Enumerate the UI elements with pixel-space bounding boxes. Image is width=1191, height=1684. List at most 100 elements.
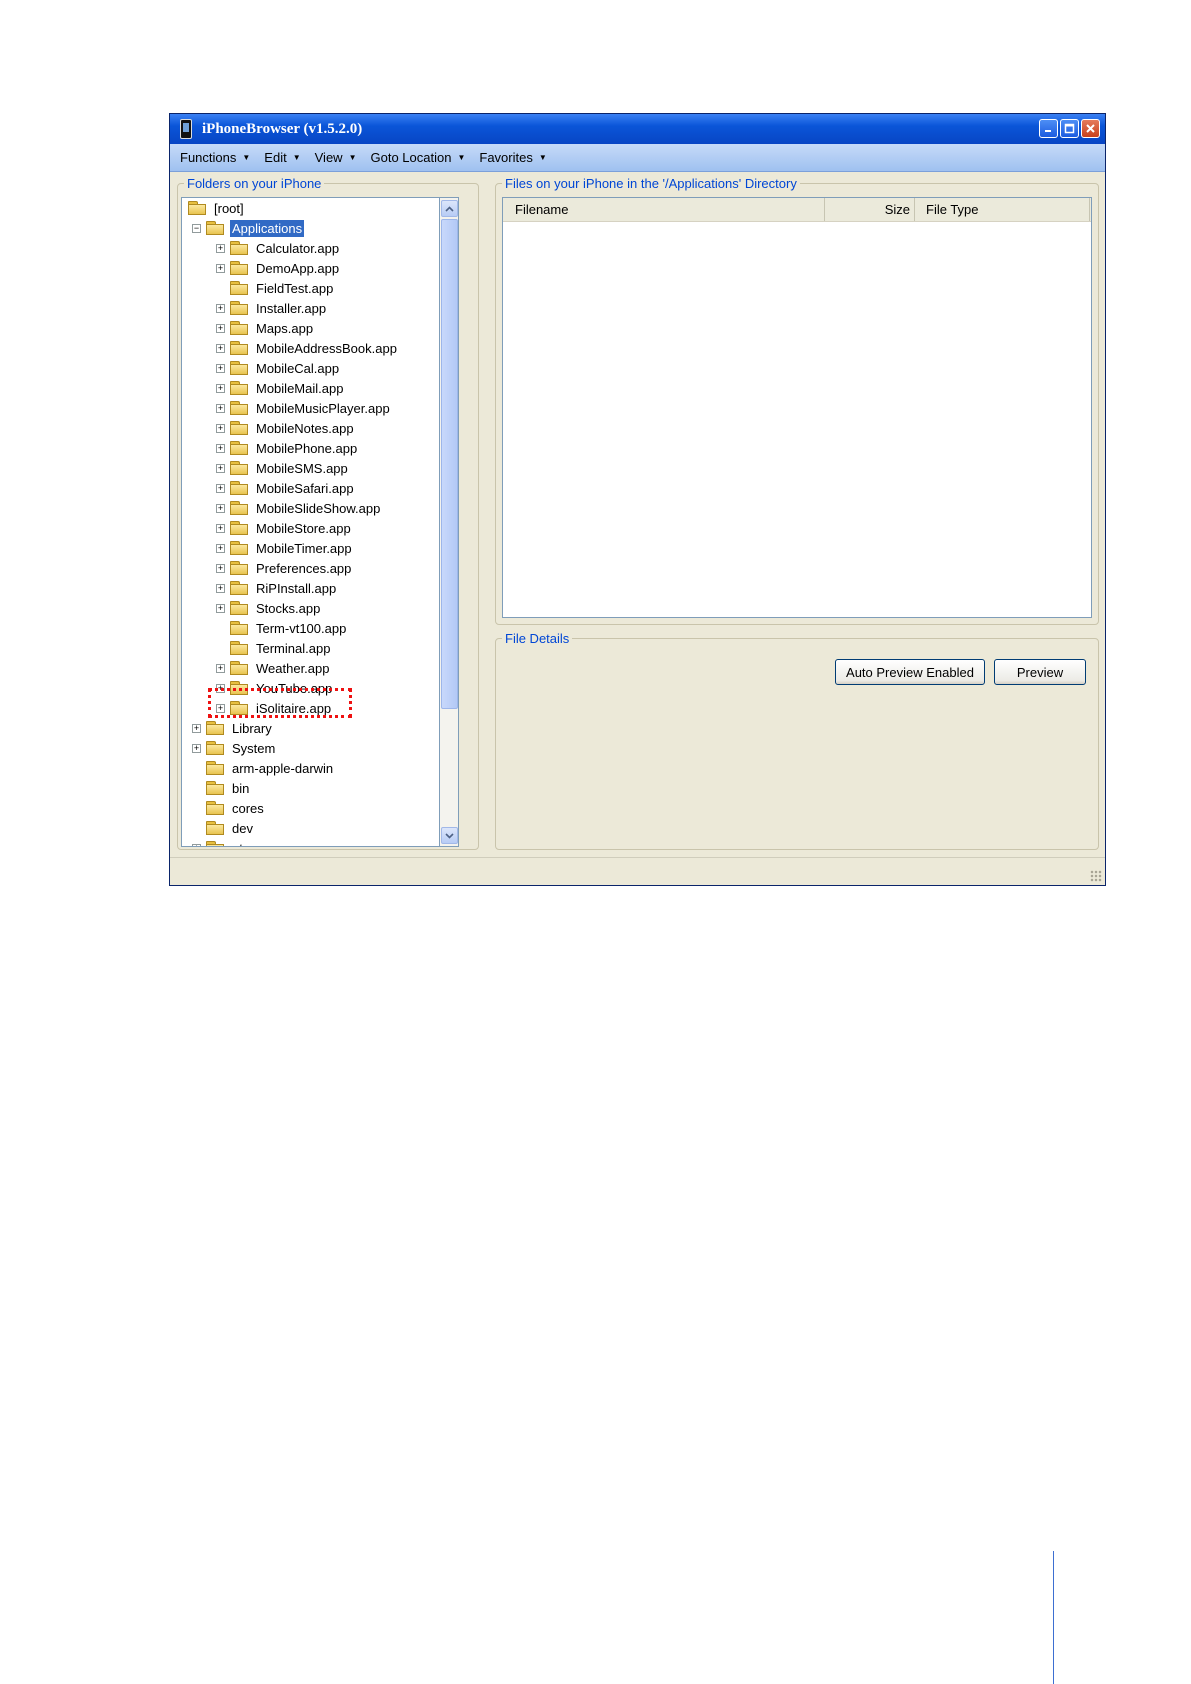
expand-icon[interactable]: + — [216, 383, 225, 393]
tree-item[interactable]: + DemoApp.app — [216, 258, 341, 278]
scroll-thumb[interactable] — [441, 219, 458, 709]
expand-icon[interactable]: + — [216, 343, 225, 353]
dropdown-arrow-icon: ▼ — [457, 153, 466, 162]
scroll-down-button[interactable] — [441, 827, 458, 844]
tree-item[interactable]: Term-vt100.app — [216, 618, 348, 638]
expand-icon[interactable]: + — [192, 743, 201, 753]
tree-item[interactable]: + MobileCal.app — [216, 358, 341, 378]
tree-item[interactable]: + MobileSafari.app — [216, 478, 356, 498]
scroll-up-button[interactable] — [441, 200, 458, 217]
tree-item-label: Installer.app — [256, 300, 327, 316]
expand-icon[interactable]: + — [216, 563, 225, 573]
resize-grip-icon[interactable] — [1090, 870, 1102, 882]
collapse-icon[interactable]: − — [192, 223, 201, 233]
dropdown-arrow-icon: ▼ — [292, 153, 301, 162]
dropdown-arrow-icon: ▼ — [242, 153, 251, 162]
tree-item-label: Applications — [230, 219, 305, 237]
tree-item[interactable]: [root] — [188, 198, 246, 218]
tree-item[interactable]: cores — [192, 798, 266, 818]
tree-item[interactable]: + MobileSMS.app — [216, 458, 350, 478]
menu-functions[interactable]: Functions ▼ — [180, 150, 250, 165]
column-file-type[interactable]: File Type — [915, 198, 1090, 221]
expand-icon[interactable]: + — [216, 423, 225, 433]
menu-goto-location[interactable]: Goto Location ▼ — [371, 150, 466, 165]
expand-icon[interactable]: + — [192, 843, 201, 846]
expand-icon[interactable]: + — [216, 263, 225, 273]
expand-icon[interactable]: + — [216, 503, 225, 513]
column-size[interactable]: Size — [825, 198, 915, 221]
menu-edit[interactable]: Edit ▼ — [264, 150, 300, 165]
menu-label: Goto Location — [370, 150, 452, 165]
tree-item[interactable]: dev — [192, 818, 255, 838]
auto-preview-button[interactable]: Auto Preview Enabled — [835, 659, 985, 685]
tree-item[interactable]: + Stocks.app — [216, 598, 322, 618]
tree-item[interactable]: + MobilePhone.app — [216, 438, 359, 458]
file-list[interactable]: Filename Size File Type — [502, 197, 1092, 618]
tree-scrollbar[interactable] — [440, 197, 459, 847]
tree-item[interactable]: + MobileTimer.app — [216, 538, 354, 558]
expand-icon[interactable]: + — [216, 443, 225, 453]
tree-item[interactable]: + etc — [192, 838, 251, 846]
tree-item[interactable]: + MobileAddressBook.app — [216, 338, 399, 358]
file-details-legend: File Details — [505, 631, 570, 646]
tree-item[interactable]: + Preferences.app — [216, 558, 353, 578]
tree-item[interactable]: + Installer.app — [216, 298, 328, 318]
folder-icon — [230, 361, 248, 375]
folder-icon — [206, 741, 224, 755]
tree-item[interactable]: + Calculator.app — [216, 238, 341, 258]
folder-icon — [206, 781, 224, 795]
tree-item[interactable]: + MobileNotes.app — [216, 418, 356, 438]
tree-item-label: MobileMail.app — [256, 380, 344, 396]
tree-item[interactable]: + MobileSlideShow.app — [216, 498, 382, 518]
tree-item[interactable]: + MobileMail.app — [216, 378, 345, 398]
expand-icon[interactable]: + — [216, 323, 225, 333]
folder-icon — [206, 841, 224, 846]
folder-icon — [230, 461, 248, 475]
minimize-button[interactable] — [1039, 119, 1058, 138]
folder-icon — [230, 661, 248, 675]
tree-item[interactable]: + MobileMusicPlayer.app — [216, 398, 392, 418]
tree-item[interactable]: arm-apple-darwin — [192, 758, 335, 778]
expand-icon[interactable]: + — [216, 523, 225, 533]
tree-item[interactable]: + System — [192, 738, 277, 758]
tree-item[interactable]: + MobileStore.app — [216, 518, 353, 538]
folder-icon — [188, 201, 206, 215]
expand-icon[interactable]: + — [216, 303, 225, 313]
tree-item[interactable]: + Maps.app — [216, 318, 315, 338]
folder-icon — [230, 301, 248, 315]
tree-item-label: Weather.app — [256, 660, 330, 676]
close-button[interactable] — [1081, 119, 1100, 138]
tree-item[interactable]: FieldTest.app — [216, 278, 335, 298]
tree-item-label: Library — [232, 720, 272, 736]
menu-label: Functions — [180, 150, 237, 165]
folder-icon — [206, 761, 224, 775]
maximize-icon — [1064, 123, 1075, 134]
expand-icon[interactable]: + — [216, 583, 225, 593]
title-bar[interactable]: iPhoneBrowser (v1.5.2.0) — [170, 114, 1105, 144]
expand-icon[interactable]: + — [216, 403, 225, 413]
tree-item[interactable]: + Library — [192, 718, 274, 738]
tree-item[interactable]: bin — [192, 778, 251, 798]
tree-item-label: cores — [232, 800, 264, 816]
expand-icon[interactable]: + — [216, 543, 225, 553]
maximize-button[interactable] — [1060, 119, 1079, 138]
tree-item-label: MobileSlideShow.app — [256, 500, 381, 516]
expand-icon[interactable]: + — [192, 723, 201, 733]
expand-icon[interactable]: + — [216, 663, 225, 673]
expand-icon[interactable]: + — [216, 363, 225, 373]
expand-icon[interactable]: + — [216, 463, 225, 473]
tree-item[interactable]: − Applications — [192, 218, 305, 238]
menu-view[interactable]: View ▼ — [315, 150, 357, 165]
expand-icon[interactable]: + — [216, 483, 225, 493]
folder-tree[interactable]: [root] − Applications + Calculator.app + DemoA… — [181, 197, 440, 847]
expand-icon[interactable]: + — [216, 603, 225, 613]
tree-item[interactable]: + Weather.app — [216, 658, 331, 678]
tree-item[interactable]: + RiPInstall.app — [216, 578, 338, 598]
preview-button[interactable]: Preview — [994, 659, 1086, 685]
tree-item[interactable]: Terminal.app — [216, 638, 332, 658]
expand-icon[interactable]: + — [216, 243, 225, 253]
folder-icon — [206, 721, 224, 735]
window-title: iPhoneBrowser (v1.5.2.0) — [202, 120, 363, 137]
column-filename[interactable]: Filename — [503, 198, 825, 221]
menu-favorites[interactable]: Favorites ▼ — [479, 150, 546, 165]
